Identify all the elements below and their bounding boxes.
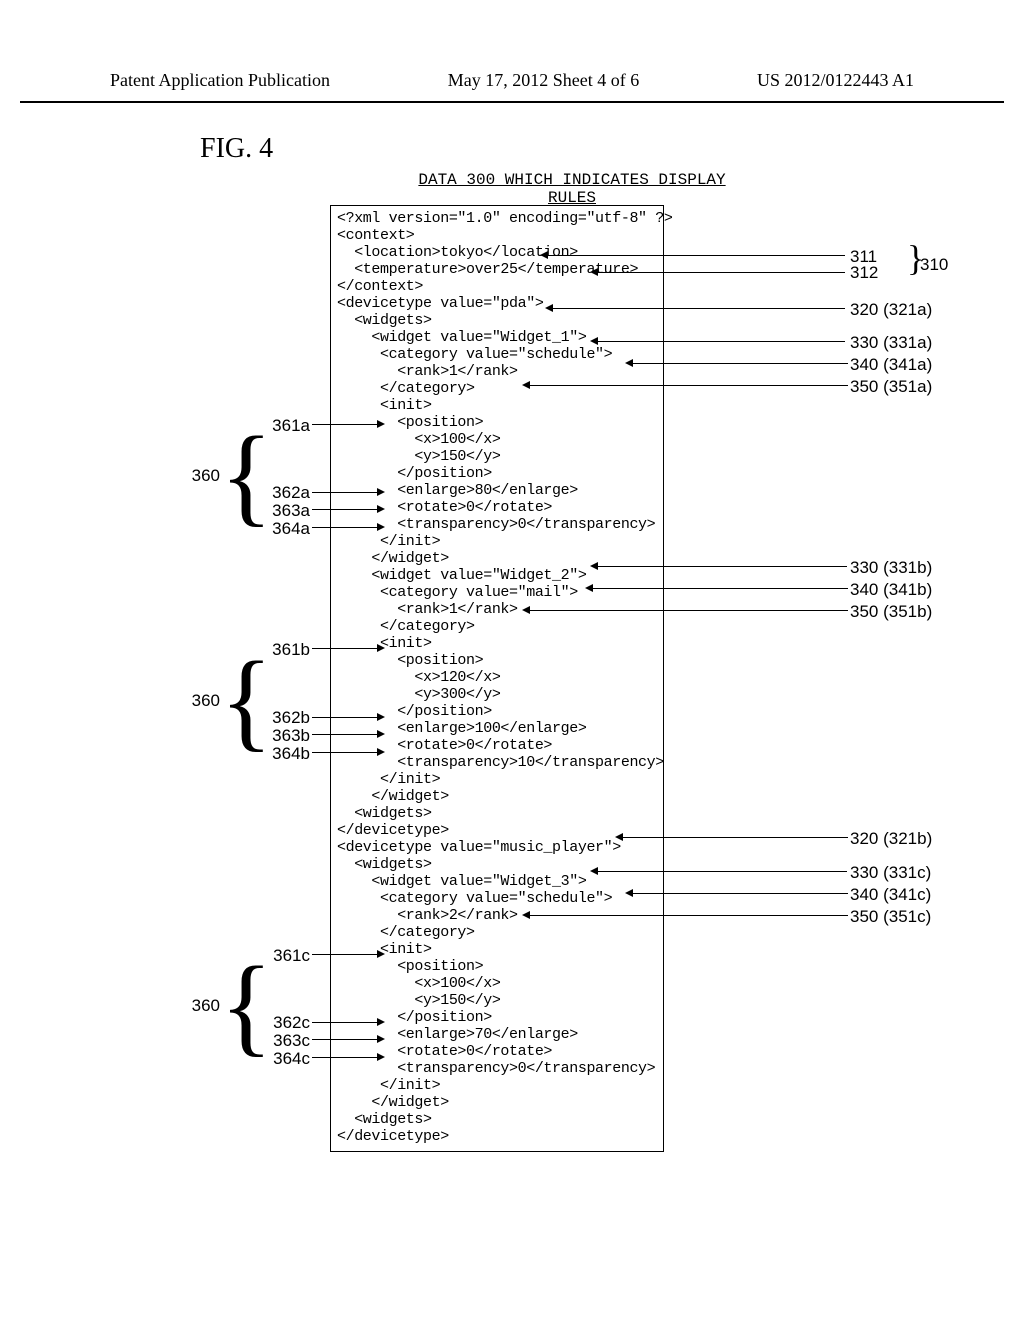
brace-icon: { (220, 650, 273, 750)
lead-line (595, 341, 845, 342)
arrowhead-icon (377, 1053, 385, 1061)
arrowhead-icon (377, 488, 385, 496)
lead-line (620, 837, 848, 838)
lead-line (312, 527, 379, 528)
brace-icon: { (220, 425, 273, 525)
lead-line (630, 363, 848, 364)
lead-line (312, 1039, 379, 1040)
arrowhead-icon (590, 337, 598, 345)
ref-320a: 320 (321a) (850, 300, 932, 320)
ref-340a: 340 (341a) (850, 355, 932, 375)
ref-360c: 360 (160, 996, 220, 1016)
ref-330b: 330 (331b) (850, 558, 932, 578)
diagram: 311 312 } 310 320 (321a) 330 (331a) 340 … (180, 205, 950, 1182)
lead-line (312, 717, 379, 718)
lead-line (590, 588, 848, 589)
ref-350a: 350 (351a) (850, 377, 932, 397)
lead-line (595, 871, 847, 872)
arrowhead-icon (522, 911, 530, 919)
lead-line (312, 509, 379, 510)
lead-line (595, 566, 847, 567)
ref-330a: 330 (331a) (850, 333, 932, 353)
arrowhead-icon (377, 420, 385, 428)
arrowhead-icon (377, 730, 385, 738)
figure-subtitle: DATA 300 WHICH INDICATES DISPLAY RULES (402, 171, 742, 207)
arrowhead-icon (545, 304, 553, 312)
arrowhead-icon (615, 833, 623, 841)
arrowhead-icon (585, 584, 593, 592)
ref-330c: 330 (331c) (850, 863, 931, 883)
lead-line (595, 272, 845, 273)
arrowhead-icon (377, 1035, 385, 1043)
arrowhead-icon (625, 889, 633, 897)
arrowhead-icon (377, 1018, 385, 1026)
lead-line (312, 1022, 379, 1023)
lead-line (527, 610, 848, 611)
xml-code-listing: <?xml version="1.0" encoding="utf-8" ?> … (330, 205, 664, 1152)
ref-312: 312 (850, 263, 878, 283)
arrowhead-icon (590, 268, 598, 276)
lead-line (312, 492, 379, 493)
lead-line (312, 1057, 379, 1058)
lead-line (527, 385, 848, 386)
figure-caption: FIG. 4 (200, 133, 1024, 165)
brace-icon: { (220, 955, 273, 1055)
arrowhead-icon (377, 713, 385, 721)
arrowhead-icon (377, 505, 385, 513)
arrowhead-icon (522, 381, 530, 389)
arrowhead-icon (590, 867, 598, 875)
lead-line (527, 915, 848, 916)
lead-line (550, 308, 845, 309)
arrowhead-icon (377, 644, 385, 652)
arrowhead-icon (625, 359, 633, 367)
arrowhead-icon (377, 523, 385, 531)
arrowhead-icon (522, 606, 530, 614)
arrowhead-icon (590, 562, 598, 570)
ref-360a: 360 (160, 466, 220, 486)
header-right: US 2012/0122443 A1 (757, 70, 914, 91)
lead-line (545, 255, 845, 256)
header-left: Patent Application Publication (110, 70, 330, 91)
page-header: Patent Application Publication May 17, 2… (20, 0, 1004, 103)
ref-340b: 340 (341b) (850, 580, 932, 600)
lead-line (312, 648, 379, 649)
ref-310: 310 (920, 255, 948, 275)
ref-340c: 340 (341c) (850, 885, 931, 905)
arrowhead-icon (377, 748, 385, 756)
arrowhead-icon (377, 950, 385, 958)
lead-line (312, 424, 379, 425)
ref-350c: 350 (351c) (850, 907, 931, 927)
ref-350b: 350 (351b) (850, 602, 932, 622)
lead-line (630, 893, 848, 894)
arrowhead-icon (540, 251, 548, 259)
header-center: May 17, 2012 Sheet 4 of 6 (448, 70, 639, 91)
ref-320b: 320 (321b) (850, 829, 932, 849)
lead-line (312, 752, 379, 753)
lead-line (312, 734, 379, 735)
lead-line (312, 954, 379, 955)
ref-360b: 360 (160, 691, 220, 711)
